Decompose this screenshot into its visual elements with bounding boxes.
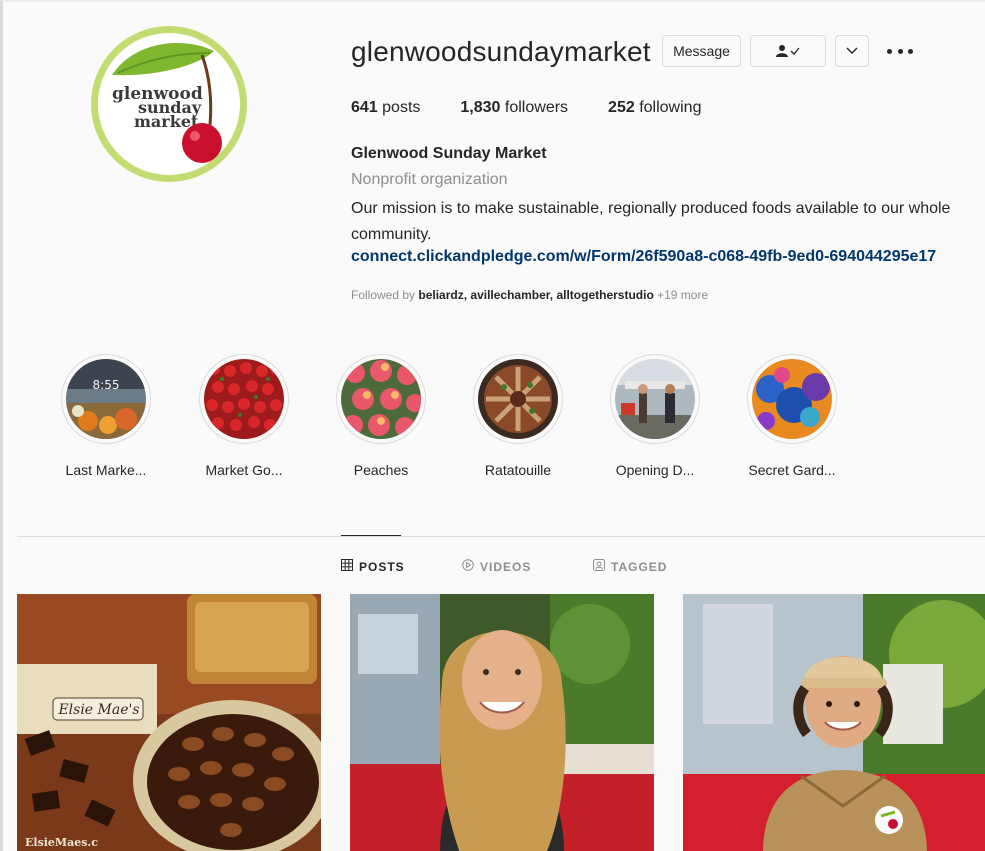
- highlight-secret-garden[interactable]: Secret Gard...: [737, 354, 847, 478]
- profile-link[interactable]: connect.clickandpledge.com/w/Form/26f590…: [351, 248, 936, 266]
- more-horizontal-icon: [887, 48, 892, 54]
- posts-count: 641: [351, 99, 378, 116]
- tab-videos[interactable]: VIDEOS: [462, 559, 531, 574]
- message-button[interactable]: Message: [662, 35, 741, 67]
- suggested-accounts-button[interactable]: [835, 35, 869, 67]
- smiling-woman-photo: [350, 594, 654, 851]
- profile-username: glenwoodsundaymarket: [351, 36, 651, 67]
- highlight-market-goods[interactable]: Market Go...: [189, 354, 299, 478]
- post-tile-pecan-pie[interactable]: Elsie Mae's ElsieMaes.c: [17, 594, 321, 851]
- highlight-last-market[interactable]: 8:55 Last Marke...: [51, 354, 161, 478]
- followers-stat[interactable]: 1,830 followers: [460, 99, 568, 117]
- tab-label: VIDEOS: [480, 559, 532, 574]
- grid-icon: [341, 559, 353, 574]
- tab-posts[interactable]: POSTS: [341, 559, 405, 574]
- followed-by-more: +19 more: [653, 288, 709, 302]
- more-options-button[interactable]: [887, 38, 913, 64]
- profile-avatar[interactable]: glenwood sunday market: [91, 26, 247, 182]
- following-label: following: [639, 99, 702, 116]
- following-button[interactable]: [750, 35, 826, 67]
- profile-stats: 641 posts 1,830 followers 252 following: [351, 99, 741, 117]
- highlight-thumbnail: [204, 359, 284, 439]
- followed-by-prefix: Followed by: [351, 288, 419, 302]
- highlight-label: Peaches: [353, 462, 409, 478]
- post-tile-man-in-cap[interactable]: [683, 594, 985, 851]
- highlight-thumbnail: [341, 359, 421, 439]
- play-icon: [462, 559, 474, 574]
- highlight-opening-day[interactable]: Opening D...: [600, 354, 710, 478]
- pecan-pie-photo: Elsie Mae's ElsieMaes.c: [17, 594, 321, 851]
- active-tab-indicator: [341, 535, 401, 536]
- highlight-label: Opening D...: [615, 462, 695, 478]
- highlight-label: Ratatouille: [484, 462, 552, 478]
- man-in-cap-photo: [683, 594, 985, 851]
- profile-category: Nonprofit organization: [351, 171, 508, 188]
- posts-label: posts: [382, 99, 421, 116]
- tab-label: POSTS: [359, 559, 405, 574]
- posts-stat: 641 posts: [351, 99, 420, 117]
- following-stat[interactable]: 252 following: [608, 99, 701, 117]
- person-check-icon: [776, 45, 800, 57]
- chevron-down-icon: [846, 47, 858, 54]
- highlight-thumbnail: [752, 359, 832, 439]
- followed-by[interactable]: Followed by beliardz, avillechamber, all…: [351, 288, 708, 302]
- followed-by-names: beliardz, avillechamber, alltogetherstud…: [418, 288, 654, 302]
- highlight-label: Last Marke...: [65, 462, 147, 478]
- tab-tagged[interactable]: TAGGED: [593, 559, 667, 574]
- profile-page: glenwood sunday market glenwoodsundaymar…: [0, 0, 985, 851]
- profile-bio: Our mission is to make sustainable, regi…: [351, 200, 951, 243]
- highlight-thumbnail: [478, 359, 558, 439]
- followers-count: 1,830: [460, 99, 501, 116]
- highlight-overlay-time: 8:55: [93, 378, 120, 392]
- profile-full-name: Glenwood Sunday Market: [351, 145, 547, 162]
- highlight-thumbnail: [615, 359, 695, 439]
- highlight-label: Secret Gard...: [748, 462, 836, 478]
- glenwood-logo: glenwood sunday market: [112, 42, 222, 163]
- post-tile-smiling-woman[interactable]: [350, 594, 654, 851]
- post-watermark: ElsieMaes.c: [25, 836, 98, 849]
- following-count: 252: [608, 99, 635, 116]
- highlight-thumbnail: 8:55: [66, 359, 146, 439]
- tab-label: TAGGED: [611, 559, 668, 574]
- highlight-peaches[interactable]: Peaches: [326, 354, 436, 478]
- tabs-divider: [17, 536, 985, 537]
- highlight-label: Market Go...: [205, 462, 283, 478]
- highlight-ratatouille[interactable]: Ratatouille: [463, 354, 573, 478]
- pie-sign-text: Elsie Mae's: [57, 702, 139, 718]
- tag-icon: [593, 559, 605, 574]
- followers-label: followers: [504, 99, 569, 116]
